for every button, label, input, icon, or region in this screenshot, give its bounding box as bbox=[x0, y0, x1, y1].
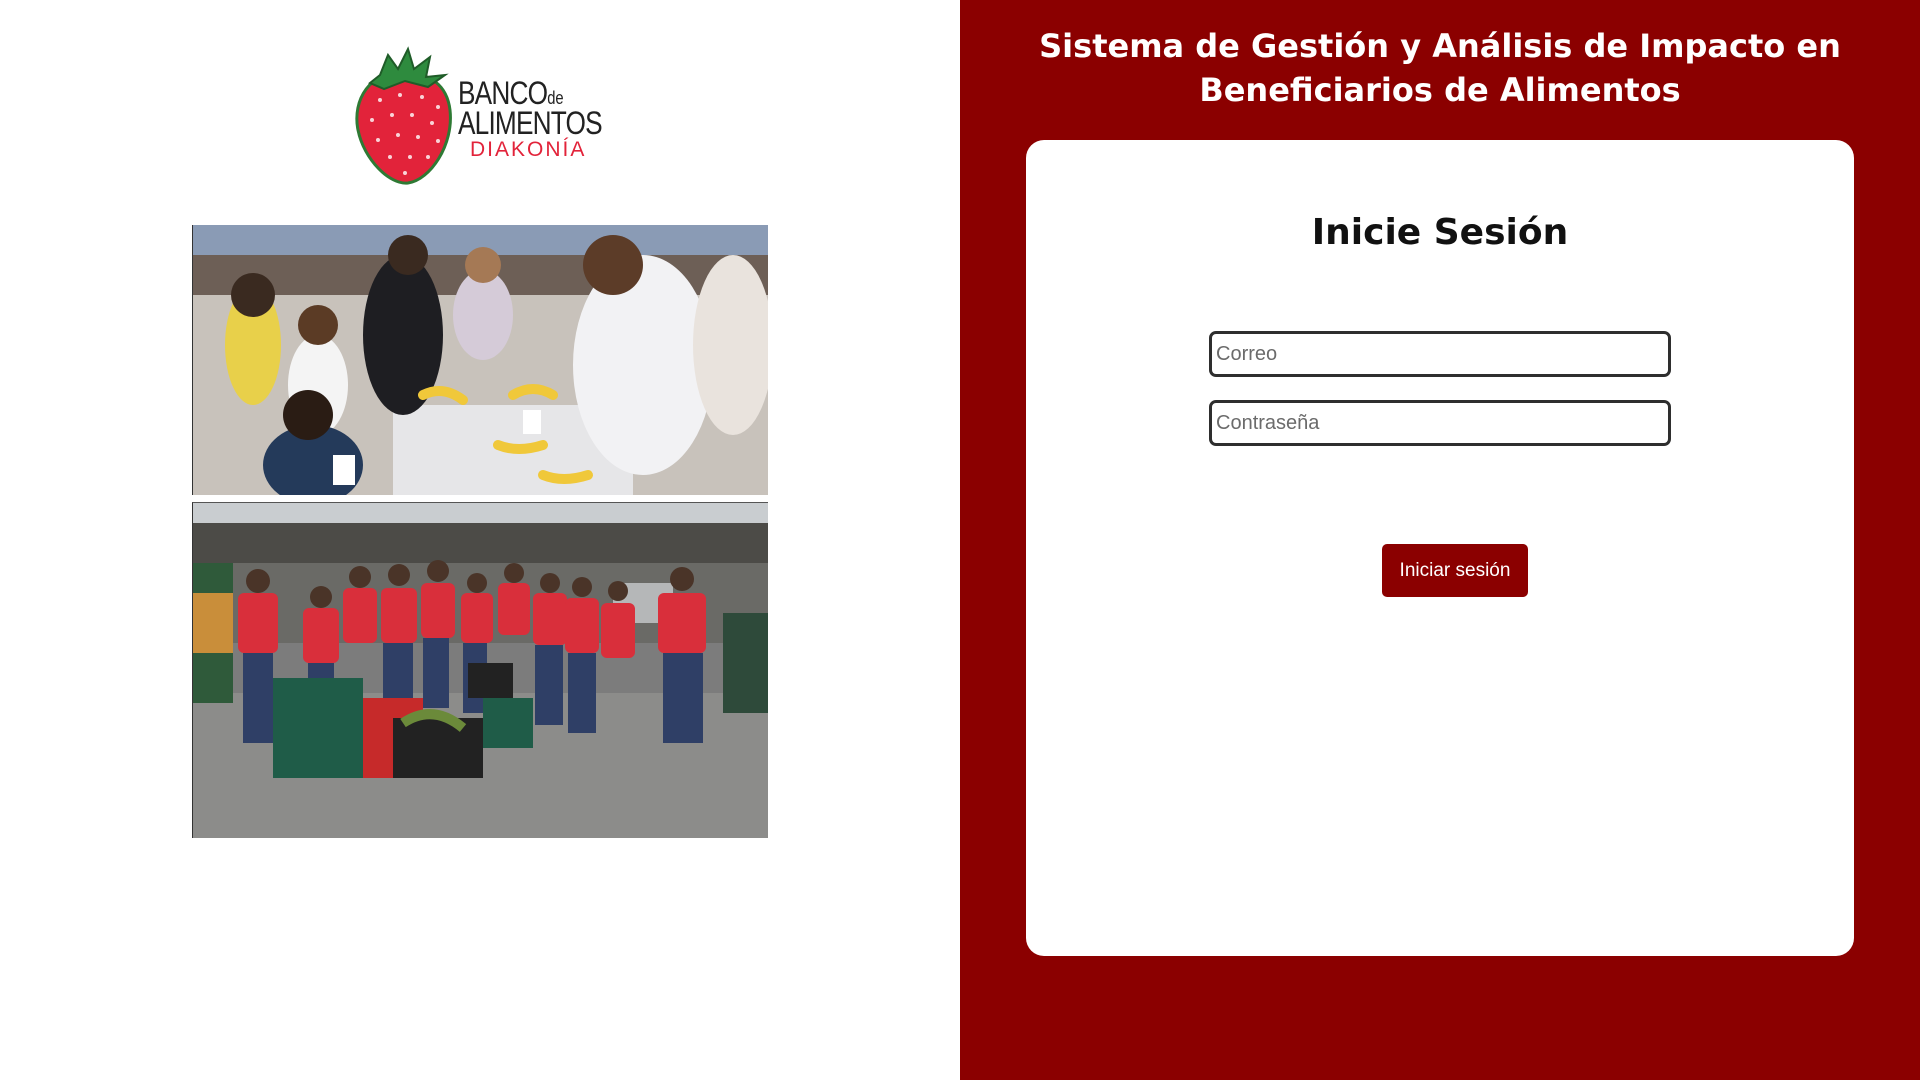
logo-text: BANCOde ALIMENTOS DIAKONÍA bbox=[458, 77, 633, 160]
system-title: Sistema de Gestión y Análisis de Impacto… bbox=[1039, 27, 1841, 109]
login-button[interactable]: Iniciar sesión bbox=[1382, 544, 1528, 597]
right-panel: Sistema de Gestión y Análisis de Impacto… bbox=[960, 0, 1920, 1080]
photo-volunteers-group bbox=[192, 502, 768, 838]
login-title: Inicie Sesión bbox=[1311, 212, 1569, 253]
email-field[interactable] bbox=[1209, 331, 1671, 377]
password-field[interactable] bbox=[1209, 400, 1671, 446]
left-panel: BANCOde ALIMENTOS DIAKONÍA bbox=[0, 0, 960, 1080]
strawberry-icon bbox=[355, 46, 452, 185]
login-page: BANCOde ALIMENTOS DIAKONÍA Sistema de Ge… bbox=[0, 0, 1920, 1080]
logo-line2: ALIMENTOS bbox=[458, 105, 603, 141]
logo-line3: DIAKONÍA bbox=[470, 138, 587, 161]
banco-alimentos-logo: BANCOde ALIMENTOS DIAKONÍA bbox=[350, 45, 610, 185]
photo-food-distribution bbox=[192, 225, 768, 495]
login-card: Inicie Sesión Iniciar sesión bbox=[1026, 140, 1854, 956]
